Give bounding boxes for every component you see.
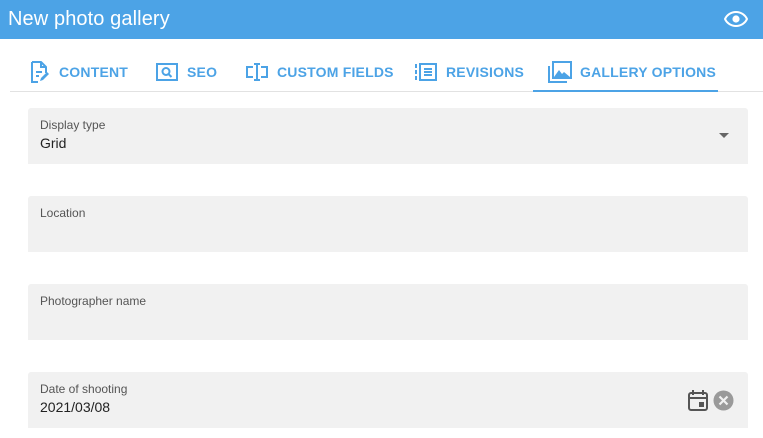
tab-custom-fields[interactable]: CUSTOM FIELDS <box>245 52 394 92</box>
display-type-select[interactable]: Display type Grid <box>28 108 748 164</box>
text-field-icon <box>245 60 269 84</box>
date-of-shooting-field[interactable]: Date of shooting 2021/03/08 <box>28 372 748 428</box>
search-box-icon <box>155 60 179 84</box>
document-edit-icon <box>27 60 51 84</box>
photographer-name-field[interactable]: Photographer name <box>28 284 748 340</box>
tab-bar: CONTENT SEO CUSTOM FIELDS REVISIONS GALL… <box>10 52 763 92</box>
eye-icon[interactable] <box>724 8 748 30</box>
photo-library-icon <box>548 60 572 84</box>
page-title: New photo gallery <box>8 8 170 30</box>
display-type-label: Display type <box>40 118 106 132</box>
tab-label: REVISIONS <box>446 64 525 80</box>
tab-content[interactable]: CONTENT <box>27 52 128 92</box>
tab-revisions[interactable]: REVISIONS <box>414 52 524 92</box>
tab-label: GALLERY OPTIONS <box>580 64 717 80</box>
tab-seo[interactable]: SEO <box>155 52 217 92</box>
tab-gallery-options[interactable]: GALLERY OPTIONS <box>533 52 718 92</box>
tab-label: CUSTOM FIELDS <box>277 64 394 80</box>
dropdown-arrow-icon[interactable] <box>719 133 729 138</box>
date-of-shooting-label: Date of shooting <box>40 382 128 396</box>
calendar-icon[interactable] <box>688 389 708 411</box>
tab-label: CONTENT <box>59 64 129 80</box>
location-field[interactable]: Location <box>28 196 748 252</box>
app-header: New photo gallery <box>0 0 763 39</box>
revisions-list-icon <box>414 60 438 84</box>
location-label: Location <box>40 206 86 220</box>
clear-icon[interactable] <box>713 390 734 411</box>
photographer-name-label: Photographer name <box>40 294 147 308</box>
display-type-value: Grid <box>40 135 67 151</box>
date-of-shooting-value: 2021/03/08 <box>40 399 111 415</box>
active-tab-indicator <box>533 90 718 92</box>
tab-label: SEO <box>187 64 218 80</box>
